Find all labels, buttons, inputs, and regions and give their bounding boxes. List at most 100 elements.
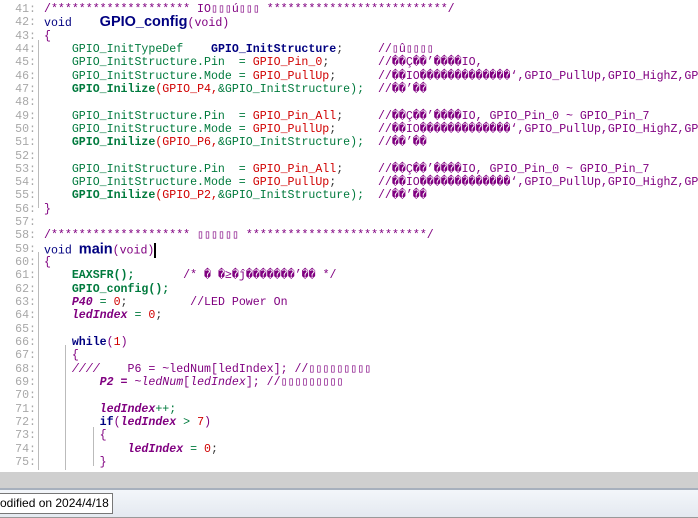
code-token: ;	[336, 109, 378, 123]
code-token: }	[44, 202, 51, 216]
code-token: //▯û▯▯▯▯	[377, 42, 434, 56]
code-token: //��IO�������������‘,GPIO_PullUp,GPIO_Hi…	[377, 176, 698, 190]
line-number: 70:	[15, 389, 36, 403]
code-token: //��’��	[364, 82, 427, 96]
line-number: 62:	[15, 282, 36, 296]
code-text: {	[44, 429, 107, 442]
line-number: 59:	[15, 242, 36, 256]
code-token: ;	[329, 176, 378, 190]
code-token: (void)	[187, 17, 230, 31]
fold-guide[interactable]	[38, 252, 39, 470]
code-token: )	[204, 415, 212, 429]
code-text: ledIndex = 0;	[44, 309, 162, 322]
fold-guide[interactable]	[38, 40, 39, 208]
code-text: void main(void)	[44, 242, 157, 258]
line-number: 71:	[15, 402, 36, 416]
line-number: 55:	[15, 189, 36, 203]
code-token: =	[127, 309, 149, 323]
status-bar: odified on 2024/4/18	[0, 490, 698, 518]
line-number: 54:	[15, 176, 36, 190]
code-editor[interactable]: 41:/******************** IO▯▯▯ú▯▯▯ *****…	[0, 0, 698, 472]
line-number: 67:	[15, 349, 36, 363]
code-text: GPIO_config();	[44, 283, 169, 296]
code-token: GPIO_config	[99, 14, 188, 31]
code-token: (GPIO_P2,	[155, 189, 218, 203]
line-number: 45:	[15, 56, 36, 70]
code-token: ;	[322, 56, 378, 70]
line-number: 57:	[15, 216, 36, 230]
code-token: 1	[113, 336, 121, 349]
line-number: 48:	[15, 96, 36, 110]
line-number: 61:	[15, 269, 36, 283]
code-token: GPIO_InitStructure.Pin =	[44, 56, 253, 70]
line-number: 69:	[15, 375, 36, 389]
code-token: 0	[113, 296, 121, 310]
code-token: ;	[211, 442, 218, 456]
code-token: ++;	[155, 402, 177, 416]
line-number: 65:	[15, 322, 36, 336]
line-number: 44:	[15, 42, 36, 56]
code-token: GPIO_InitStructure.Pin =	[44, 109, 253, 123]
code-token: (	[106, 336, 114, 349]
code-token: {	[44, 349, 79, 363]
line-number: 51:	[15, 136, 36, 150]
code-token: (void)	[112, 244, 155, 258]
code-token: ledIndex	[44, 309, 128, 323]
code-token: GPIO_Inilize	[44, 189, 156, 203]
line-number: 68:	[15, 362, 36, 376]
code-token: >	[176, 415, 198, 429]
code-token: //��’��	[364, 136, 427, 150]
code-token: &GPIO_InitStructure);	[217, 82, 365, 96]
code-token: (GPIO_P6,	[155, 136, 218, 150]
code-token: //��Ç��’����IO,	[377, 56, 483, 70]
code-token: ledIndex	[120, 415, 177, 429]
code-text: EAXSFR(); /* � �≥�ĵ�������’�� */	[44, 269, 337, 282]
line-number: 46:	[15, 69, 36, 83]
code-text: //// P6 = ~ledNum[ledIndex]; //▯▯▯▯▯▯▯▯▯	[44, 363, 371, 376]
code-token: =	[92, 296, 114, 310]
code-token: GPIO_InitStructure.Mode =	[44, 176, 253, 190]
line-number: 74:	[15, 442, 36, 456]
code-token: ////	[44, 362, 100, 376]
code-token: //��IO�������������‘,GPIO_PullUp,GPIO_Hi…	[377, 122, 698, 136]
code-token: ;	[329, 122, 378, 136]
code-token: GPIO_InitStructure.Mode =	[44, 69, 253, 83]
code-text: {	[44, 349, 79, 362]
code-token: GPIO_Pin_0	[252, 56, 323, 70]
line-number: 53:	[15, 162, 36, 176]
code-token: ledNum	[141, 375, 184, 389]
code-token: ;	[336, 42, 378, 56]
line-number: 64:	[15, 309, 36, 323]
code-token: ledIndex	[44, 402, 156, 416]
code-token: /* � �≥�ĵ�������’�� */	[134, 269, 337, 283]
code-text: ledIndex++;	[44, 402, 177, 416]
line-number: 42:	[15, 16, 36, 30]
code-text: GPIO_InitStructure.Mode = GPIO_PullUp; /…	[44, 176, 698, 189]
code-text: }	[44, 203, 51, 216]
code-token: //LED Power On	[190, 296, 288, 310]
code-token: if	[44, 415, 114, 429]
status-text: odified on 2024/4/18	[0, 493, 113, 514]
code-token: GPIO_PullUp	[252, 122, 330, 136]
code-token: {	[44, 429, 107, 443]
code-token: ;	[336, 162, 378, 176]
code-text: GPIO_InitTypeDef GPIO_InitStructure; //▯…	[44, 43, 434, 56]
fold-guide[interactable]	[93, 427, 94, 466]
code-token: GPIO_InitTypeDef	[44, 42, 211, 56]
code-text: while(1)	[44, 336, 128, 349]
code-token: =	[183, 442, 205, 456]
code-text: GPIO_InitStructure.Pin = GPIO_Pin_All; /…	[44, 163, 650, 176]
code-token: GPIO_InitStructure.Pin =	[44, 162, 253, 176]
code-token: {	[44, 29, 51, 43]
horizontal-scrollbar[interactable]	[0, 472, 698, 490]
fold-guide[interactable]	[65, 345, 66, 470]
line-number: 49:	[15, 109, 36, 123]
code-token: 0	[204, 442, 211, 456]
code-token: GPIO_Pin_All	[252, 162, 337, 176]
line-number: 66:	[15, 336, 36, 349]
code-token: (GPIO_P4,	[155, 82, 218, 96]
line-number: 73:	[15, 429, 36, 443]
code-text: GPIO_InitStructure.Pin = GPIO_Pin_All; /…	[44, 110, 650, 123]
code-text: GPIO_Inilize(GPIO_P6,&GPIO_InitStructure…	[44, 136, 427, 149]
code-token: GPIO_Inilize	[44, 136, 156, 150]
